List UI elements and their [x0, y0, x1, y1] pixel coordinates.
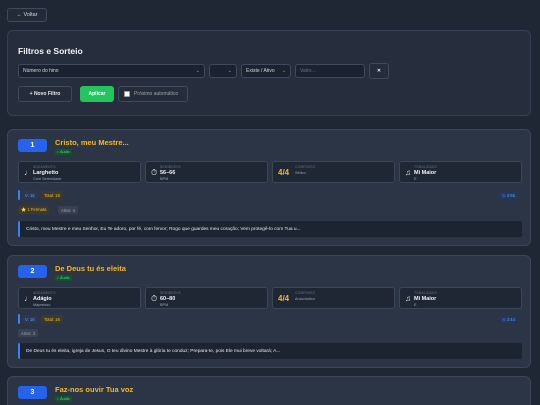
hymn-card[interactable]: 2 De Deus tu és eleita ♪ Áudio ♩ ANDAMEN… — [7, 255, 531, 368]
accent-bar — [18, 314, 20, 324]
verses-tag: V: 16 — [22, 191, 38, 199]
stopwatch-icon: ⏱ — [151, 294, 158, 303]
active-tag: Ativo: 3 — [18, 329, 38, 337]
audio-badge[interactable]: ♪ Áudio — [55, 149, 72, 155]
close-icon: ✕ — [376, 68, 382, 74]
chevron-down-icon: ⌄ — [281, 68, 286, 74]
audio-badge[interactable]: ♪ Áudio — [55, 275, 72, 281]
filters-panel: Filtros e Sorteio Número do hino ⌄ ⌄ Exis… — [7, 30, 531, 116]
note-icon: ♩ — [24, 294, 32, 303]
total-tag: Total: 18 — [41, 191, 63, 199]
stopwatch-icon: ⏱ — [151, 168, 158, 177]
hymn-number: 1 — [18, 139, 47, 152]
duration-tag: ◷ 2:44 — [499, 315, 518, 323]
hymn-title[interactable]: De Deus tu és eleita — [55, 264, 126, 273]
total-tag: Total: 16 — [41, 315, 63, 323]
back-label: ← Voltar — [16, 12, 38, 18]
auto-next-toggle[interactable]: Próximo automático — [118, 86, 188, 102]
active-tag: Ativo: 4 — [58, 206, 78, 214]
verses-tag: V: 16 — [22, 315, 38, 323]
operator-select[interactable]: ⌄ — [209, 64, 237, 78]
meter-stat: 4/4 COMPASSO Sêtico — [272, 161, 395, 183]
hymn-title[interactable]: Cristo, meu Mestre... — [55, 138, 129, 147]
status-select[interactable]: Existe / Ativo ⌄ — [241, 64, 291, 78]
hymn-number: 3 — [18, 386, 47, 399]
key-stat: ♫ TONALIDADE Mi Maior E — [399, 161, 522, 183]
add-filter-button[interactable]: + Novo Filtro — [18, 86, 72, 102]
filters-title: Filtros e Sorteio — [18, 46, 83, 56]
field-select[interactable]: Número do hino ⌄ — [18, 64, 205, 78]
key-stat: ♫ TONALIDADE Mi Maior E — [399, 287, 522, 309]
lyrics-preview: Cristo, meu Mestre e meu Senhor, Eu Te a… — [18, 221, 522, 237]
lyrics-preview: De Deus tu és eleita, igreja de Jesus, O… — [18, 343, 522, 359]
accent-bar — [18, 190, 20, 200]
hymn-card[interactable]: 1 Cristo, meu Mestre... ♪ Áudio ♩ ANDAME… — [7, 129, 531, 246]
meter-stat: 4/4 COMPASSO Anacrústico — [272, 287, 395, 309]
chevron-down-icon: ⌄ — [195, 68, 200, 74]
apply-button[interactable]: Aplicar — [80, 86, 114, 102]
hymn-title[interactable]: Faz-nos ouvir Tua voz — [55, 385, 133, 394]
bpm-stat: ⏱ SEMIBREVE 60–80 BPM — [145, 287, 268, 309]
tempo-stat: ♩ ANDAMENTO Adágio Majestoso — [18, 287, 141, 309]
value-input[interactable]: Valor... — [295, 64, 365, 78]
clear-filter-button[interactable]: ✕ — [369, 63, 389, 79]
duration-tag: ◷ 2:55 — [499, 191, 518, 199]
auto-next-label: Próximo automático — [134, 91, 179, 97]
back-button[interactable]: ← Voltar — [7, 8, 47, 22]
auto-next-checkbox[interactable] — [124, 91, 130, 97]
hymn-number: 2 — [18, 265, 47, 278]
chevron-down-icon: ⌄ — [227, 68, 232, 74]
audio-badge[interactable]: ♪ Áudio — [55, 396, 72, 402]
note-icon: ♩ — [24, 168, 32, 177]
fermata-tag: ⭐ 1 Fermata — [18, 206, 50, 214]
music-note-icon: ♫ — [405, 168, 411, 177]
hymn-card[interactable]: 3 Faz-nos ouvir Tua voz ♪ Áudio — [7, 376, 531, 405]
tempo-stat: ♩ ANDAMENTO Larghetto Com Serenidade — [18, 161, 141, 183]
music-note-icon: ♫ — [405, 294, 411, 303]
bpm-stat: ⏱ SEMIBREVE 56–66 BPM — [145, 161, 268, 183]
